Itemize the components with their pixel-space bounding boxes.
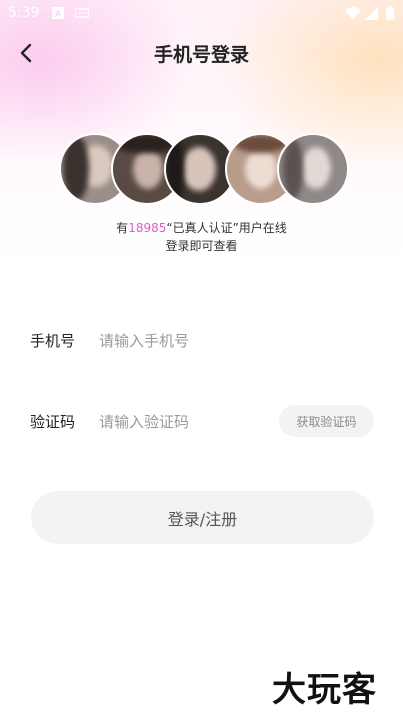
login-register-button[interactable]: 登录/注册 xyxy=(31,491,374,544)
phone-label: 手机号 xyxy=(30,332,76,350)
svg-text:A: A xyxy=(55,10,62,19)
verification-code-input[interactable] xyxy=(99,411,269,433)
keyboard-icon xyxy=(74,7,90,23)
online-users-avatars xyxy=(59,133,349,207)
code-label: 验证码 xyxy=(30,413,76,431)
online-suffix: “已真人认证”用户在线 xyxy=(166,221,287,235)
page-title: 手机号登录 xyxy=(153,44,249,66)
online-count: 18985 xyxy=(128,221,167,235)
phone-input[interactable] xyxy=(99,330,329,352)
signal-icon xyxy=(365,7,378,24)
get-code-button[interactable]: 获取验证码 xyxy=(279,405,374,437)
status-time: 5:39 xyxy=(8,5,40,21)
online-users-text: 有18985“已真人认证”用户在线 xyxy=(0,219,403,236)
avatar xyxy=(277,133,349,205)
status-bar: 5:39 A xyxy=(0,0,403,28)
battery-icon xyxy=(386,6,394,24)
login-to-view-text: 登录即可查看 xyxy=(165,239,238,253)
notification-a-icon: A xyxy=(52,7,64,23)
watermark-logo: 大玩客 xyxy=(272,670,377,710)
online-prefix: 有 xyxy=(116,221,129,235)
wifi-icon xyxy=(345,7,361,24)
